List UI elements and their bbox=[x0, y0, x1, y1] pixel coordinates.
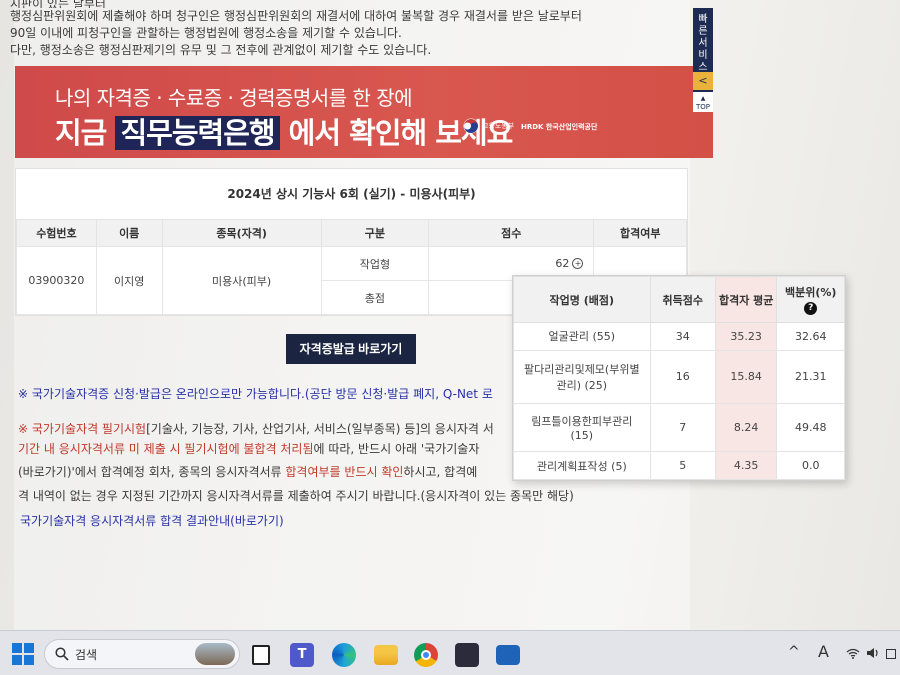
cell-category: 작업형 bbox=[320, 246, 430, 281]
cell-task: 얼굴관리 (55) bbox=[513, 322, 651, 351]
col-category: 구분 bbox=[320, 219, 430, 247]
banner-highlight: 직무능력은행 bbox=[115, 116, 280, 150]
banner-subtitle: 나의 자격증 · 수료증 · 경력증명서를 한 장에 bbox=[55, 86, 413, 110]
written-exam-label: 국가기술자격 필기시험 bbox=[31, 422, 147, 436]
appeal-notice: 시판이 있는 날부터 행정심판위원회에 제출해야 하며 청구인은 행정심판위원회… bbox=[10, 0, 690, 59]
table-row: 얼굴관리 (55) 34 35.23 32.64 bbox=[513, 322, 845, 351]
banner-title: 지금 직무능력은행 에서 확인해 보세요 bbox=[55, 110, 513, 152]
search-icon bbox=[55, 647, 69, 661]
scroll-top-button[interactable]: ▲ TOP bbox=[693, 92, 713, 112]
cell-score: 5 bbox=[649, 451, 716, 480]
triangle-up-icon: ▲ bbox=[700, 95, 706, 102]
taskbar-search[interactable]: 검색 bbox=[44, 639, 240, 669]
notice-line: (바로가기)'에서 합격예정 회차, 종목의 응시자격서류 합격여부를 반드시 … bbox=[18, 464, 477, 480]
cell-percentile: 32.64 bbox=[776, 322, 845, 351]
col-subject: 종목(자격) bbox=[161, 219, 322, 247]
cell-score: 34 bbox=[649, 322, 716, 351]
cell-average: 4.35 bbox=[714, 451, 778, 480]
table-row: 관리계획표작성 (5) 5 4.35 0.0 bbox=[513, 451, 845, 480]
search-placeholder: 검색 bbox=[75, 648, 98, 662]
folder-icon[interactable] bbox=[374, 645, 398, 665]
file-icon[interactable] bbox=[252, 645, 270, 665]
banner-title-pre: 지금 bbox=[55, 116, 116, 150]
mail-icon[interactable] bbox=[496, 645, 520, 665]
cell-average: 15.84 bbox=[714, 349, 778, 404]
note-mark: ※ bbox=[18, 387, 29, 401]
col-pass: 합격여부 bbox=[593, 219, 687, 247]
edge-icon[interactable] bbox=[332, 643, 356, 667]
top-label: TOP bbox=[695, 103, 710, 111]
cell-average: 8.24 bbox=[714, 402, 778, 453]
chevron-up-icon[interactable]: ^ bbox=[788, 644, 800, 660]
taskbar: 검색 T ^ A bbox=[0, 630, 900, 675]
volume-icon[interactable] bbox=[866, 647, 880, 659]
notice-line: 시판이 있는 날부터 bbox=[10, 0, 106, 8]
col-earned-score: 취득점수 bbox=[649, 276, 716, 323]
exam-title: 2024년 상시 기능사 6회 (실기) - 미용사(피부) bbox=[227, 187, 476, 201]
notice-text: (바로가기)'에서 합격예정 회차, 종목의 응시자격서류 bbox=[18, 465, 286, 479]
col-task: 작업명 (배점) bbox=[513, 276, 651, 323]
moel-logo: 고용노동부 bbox=[463, 118, 514, 134]
table-header-row: 수험번호 이름 종목(자격) 구분 점수 합격여부 bbox=[16, 219, 687, 247]
notice-line: 행정심판위원회에 제출해야 하며 청구인은 행정심판위원회의 재결서에 대하여 … bbox=[10, 9, 582, 23]
col-percentile: 백분위(%)? bbox=[776, 276, 845, 323]
online-only-text: 국가기술자격증 신청·발급은 온라인으로만 가능합니다.(공단 방문 신청·발급… bbox=[28, 387, 493, 401]
cell-percentile: 0.0 bbox=[776, 451, 845, 480]
cell-category: 총점 bbox=[320, 280, 430, 315]
notice-line: 기간 내 응시자격서류 미 제출 시 필기시험에 불합격 처리됨에 따라, 반드… bbox=[18, 441, 479, 457]
table-row: 팔다리관리및제모(부위별 관리) (25) 16 15.84 21.31 bbox=[513, 349, 845, 404]
chrome-icon[interactable] bbox=[414, 643, 438, 667]
chevron-left-icon[interactable]: < bbox=[693, 72, 713, 90]
col-score: 점수 bbox=[428, 219, 595, 247]
cell-exam-no: 03900320 bbox=[16, 246, 97, 315]
cell-subject: 미용사(피부) bbox=[161, 246, 322, 315]
score-detail-popup: 작업명 (배점) 취득점수 합격자 평균 백분위(%)? 얼굴관리 (55) 3… bbox=[512, 275, 846, 481]
popup-header-row: 작업명 (배점) 취득점수 합격자 평균 백분위(%)? bbox=[513, 276, 845, 323]
score-detail-table: 작업명 (배점) 취득점수 합격자 평균 백분위(%)? 얼굴관리 (55) 3… bbox=[513, 276, 845, 480]
plus-icon[interactable]: + bbox=[572, 258, 584, 269]
notice-line: 격 내역이 없는 경우 지정된 기간까지 응시자격서류를 제출하여 주시기 바랍… bbox=[18, 489, 574, 503]
cert-issue-button[interactable]: 자격증발급 바로가기 bbox=[286, 334, 416, 364]
moel-logo-text: 고용노동부 bbox=[482, 122, 515, 130]
notice-line: 다만, 행정소송은 행정심판제기의 유무 및 그 전후에 관계없이 제기할 수도… bbox=[10, 43, 432, 57]
col-name: 이름 bbox=[95, 219, 163, 247]
cell-task: 림프틀이용한피부관리 (15) bbox=[513, 402, 651, 453]
written-exam-text: [기술사, 기능장, 기사, 산업기사, 서비스(일부종목) 등]의 응시자격 … bbox=[146, 422, 494, 436]
eligibility-result-link[interactable]: 국가기술자격 응시자격서류 합격 결과안내(바로가기) bbox=[20, 513, 284, 529]
online-only-notice: ※ 국가기술자격증 신청·발급은 온라인으로만 가능합니다.(공단 방문 신청·… bbox=[18, 386, 493, 402]
cell-percentile: 21.31 bbox=[776, 349, 845, 404]
notice-text: 하시고, 합격예 bbox=[403, 465, 478, 479]
col-exam-no: 수험번호 bbox=[16, 219, 97, 247]
promo-banner[interactable]: 나의 자격증 · 수료증 · 경력증명서를 한 장에 지금 직무능력은행 에서 … bbox=[15, 66, 713, 158]
battery-icon[interactable] bbox=[886, 647, 896, 659]
cell-name: 이지영 bbox=[95, 246, 163, 315]
notice-line: 90일 이내에 피청구인을 관할하는 행정법원에 행정소송을 제기할 수 있습니… bbox=[10, 26, 402, 40]
taegeuk-icon bbox=[463, 118, 479, 134]
deadline-warning: 기간 내 응시자격서류 미 제출 시 필기시험에 불합격 처리됨 bbox=[18, 442, 314, 456]
store-icon[interactable] bbox=[455, 643, 479, 667]
teams-icon[interactable]: T bbox=[290, 643, 314, 667]
cell-score: 16 bbox=[649, 349, 716, 404]
windows-start-icon[interactable] bbox=[12, 643, 34, 665]
help-icon[interactable]: ? bbox=[804, 302, 818, 315]
cell-task: 관리계획표작성 (5) bbox=[513, 451, 651, 480]
cell-average: 35.23 bbox=[714, 322, 778, 351]
ime-indicator[interactable]: A bbox=[818, 642, 829, 661]
score-value: 62 bbox=[555, 257, 570, 270]
check-pass-warning: 합격여부를 반드시 확인 bbox=[285, 465, 404, 479]
cell-task: 팔다리관리및제모(부위별 관리) (25) bbox=[513, 349, 651, 404]
table-row: 림프틀이용한피부관리 (15) 7 8.24 49.48 bbox=[513, 402, 845, 453]
quick-service-label: 빠른서비스 bbox=[698, 14, 708, 73]
cell-percentile: 49.48 bbox=[776, 402, 845, 453]
cell-score: 7 bbox=[649, 402, 716, 453]
hrdk-logo: HRDK 한국산업인력공단 bbox=[521, 123, 598, 131]
landscape-widget[interactable] bbox=[195, 643, 235, 665]
note-mark: ※ bbox=[18, 422, 32, 436]
wifi-icon[interactable] bbox=[846, 648, 860, 659]
col-pass-average: 합격자 평균 bbox=[714, 276, 778, 323]
written-exam-notice: ※ 국가기술자격 필기시험[기술사, 기능장, 기사, 산업기사, 서비스(일부… bbox=[18, 421, 494, 437]
notice-text: 에 따라, 반드시 아래 '국가기술자 bbox=[313, 442, 480, 456]
browser-page: 시판이 있는 날부터 행정심판위원회에 제출해야 하며 청구인은 행정심판위원회… bbox=[0, 0, 900, 630]
percentile-label: 백분위(%) bbox=[785, 286, 837, 299]
